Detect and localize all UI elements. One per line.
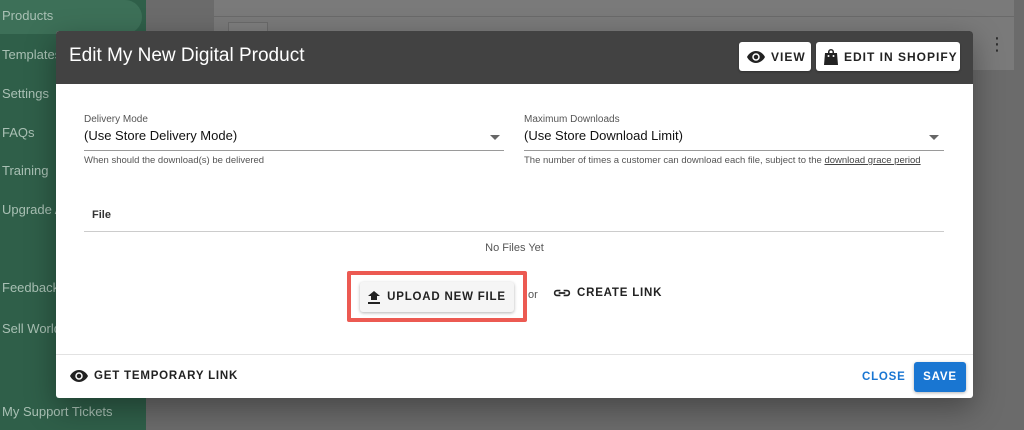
- sidebar-item-support-tickets[interactable]: My Support Tickets: [2, 404, 113, 419]
- files-column-header: File: [92, 209, 111, 221]
- view-button[interactable]: VIEW: [739, 42, 811, 71]
- dialog-title: Edit My New Digital Product: [69, 45, 305, 66]
- sidebar-item-feedback[interactable]: Feedback: [2, 280, 59, 295]
- footer-divider: [56, 354, 973, 355]
- max-downloads-hint-text: The number of times a customer can downl…: [524, 155, 822, 166]
- max-downloads-value[interactable]: (Use Store Download Limit): [524, 128, 683, 143]
- upload-icon: [368, 290, 381, 304]
- sidebar-item-upgrade[interactable]: Upgrade A: [2, 202, 63, 217]
- sidebar-item-sell-world[interactable]: Sell World: [2, 321, 61, 336]
- download-grace-period-link[interactable]: download grace period: [824, 155, 920, 166]
- upload-new-file-button[interactable]: UPLOAD NEW FILE: [360, 282, 514, 312]
- dialog-header: Edit My New Digital Product VIEW EDIT IN…: [56, 31, 973, 84]
- products-table-divider: [214, 16, 1014, 17]
- max-downloads-label: Maximum Downloads: [524, 114, 620, 125]
- delivery-mode-select[interactable]: Delivery Mode (Use Store Delivery Mode): [84, 114, 237, 143]
- save-button[interactable]: SAVE: [914, 362, 966, 392]
- sidebar-item-training[interactable]: Training: [2, 163, 48, 178]
- or-separator: or: [528, 289, 538, 301]
- max-downloads-hint: The number of times a customer can downl…: [524, 155, 921, 166]
- max-downloads-underline: [524, 150, 944, 151]
- max-downloads-select[interactable]: Maximum Downloads (Use Store Download Li…: [524, 114, 683, 143]
- delivery-mode-hint: When should the download(s) be delivered: [84, 155, 265, 166]
- edit-in-shopify-label: EDIT IN SHOPIFY: [844, 49, 958, 64]
- delivery-mode-underline: [84, 150, 504, 151]
- sidebar-item-products[interactable]: Products: [2, 8, 53, 23]
- sidebar-item-templates[interactable]: Templates: [2, 47, 61, 62]
- files-header-divider: [84, 231, 944, 232]
- sidebar-item-settings[interactable]: Settings: [2, 86, 49, 101]
- no-files-text: No Files Yet: [485, 242, 544, 254]
- edit-product-dialog: Edit My New Digital Product VIEW EDIT IN…: [56, 31, 973, 398]
- delivery-mode-chevron-down-icon[interactable]: [490, 135, 500, 140]
- delivery-mode-label: Delivery Mode: [84, 114, 148, 125]
- max-downloads-chevron-down-icon[interactable]: [929, 135, 939, 140]
- create-link-label: CREATE LINK: [577, 287, 663, 299]
- view-button-label: VIEW: [771, 49, 806, 64]
- get-temporary-link-label: GET TEMPORARY LINK: [94, 370, 239, 382]
- get-temporary-link-button[interactable]: GET TEMPORARY LINK: [70, 370, 238, 382]
- upload-new-file-label: UPLOAD NEW FILE: [387, 291, 506, 303]
- delivery-mode-value[interactable]: (Use Store Delivery Mode): [84, 128, 237, 143]
- edit-in-shopify-button[interactable]: EDIT IN SHOPIFY: [816, 42, 960, 71]
- eye-icon: [70, 370, 88, 382]
- eye-icon: [747, 50, 765, 63]
- kebab-menu-icon[interactable]: ⋮: [988, 34, 1006, 54]
- create-link-button[interactable]: CREATE LINK: [553, 287, 662, 299]
- close-button[interactable]: CLOSE: [862, 371, 906, 383]
- link-icon: [553, 289, 571, 297]
- shopping-bag-icon: [824, 48, 838, 65]
- sidebar-item-faqs[interactable]: FAQs: [2, 125, 35, 140]
